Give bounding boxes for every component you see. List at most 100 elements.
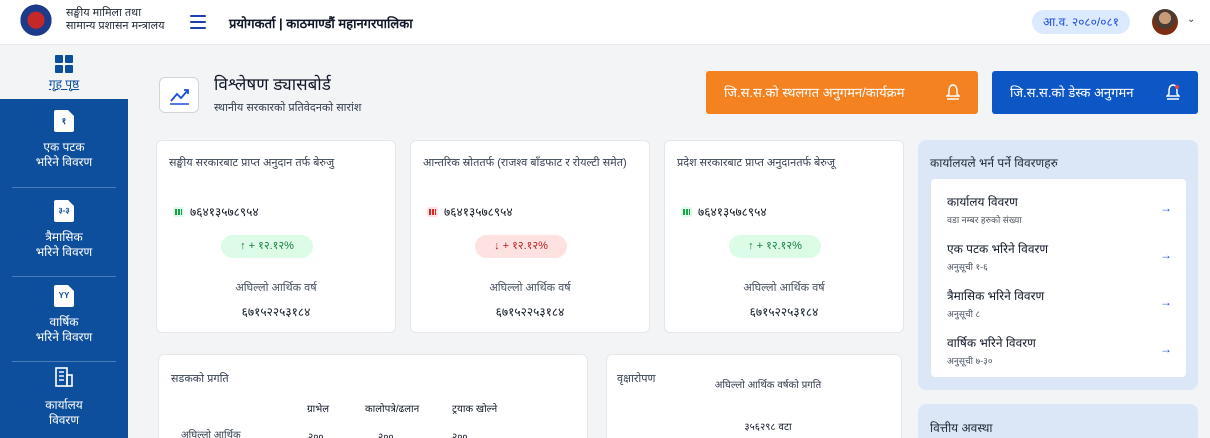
stat-title: आन्तरिक स्रोततर्फ (राजश्व बाँडफाट र रोयल… — [423, 157, 627, 169]
bar-chart-icon — [173, 207, 184, 217]
required-forms-panel: कार्यालयले भर्न पर्ने विवरणहरु कार्यालय … — [918, 140, 1198, 390]
change-badge: ↑ + १२.१२% — [729, 235, 821, 258]
tree-plantation-card: वृक्षारोपण अघिल्लो आर्थिक वर्षको प्रगति … — [606, 354, 902, 438]
desk-monitoring-label: जि.स.स.को डेस्क अनुगमन — [1010, 85, 1134, 100]
card-title: सडकको प्रगति — [171, 373, 229, 385]
document-icon: YY — [54, 285, 74, 307]
stat-card-internal: आन्तरिक स्रोततर्फ (राजश्व बाँडफाट र रोयल… — [410, 140, 650, 333]
stat-value: ७६४१३५७८९५४ — [173, 203, 259, 220]
list-item-title: वार्षिक भरिने विवरण — [947, 336, 1036, 350]
page-title: विश्लेषण ड्यासबोर्ड — [214, 75, 331, 94]
analytics-chart-icon — [159, 77, 199, 113]
arrow-right-icon[interactable]: → — [1160, 295, 1172, 309]
sidebar-item-label: विवरण — [48, 413, 80, 427]
sidebar-item-one-time[interactable]: १ एक पटक भरिने विवरण — [0, 110, 128, 190]
ministry-name-line1: सङ्घीय मामिला तथा — [66, 7, 142, 19]
previous-year-label: अघिल्लो आर्थिक वर्ष — [743, 282, 825, 294]
panel-title: वित्तीय अवस्था — [930, 421, 993, 435]
chevron-down-icon[interactable]: ⌄ — [1187, 14, 1195, 25]
card-title: वृक्षारोपण — [617, 373, 656, 385]
top-bar: सङ्घीय मामिला तथा सामान्य प्रशासन मन्त्र… — [0, 0, 1210, 45]
stat-title: प्रदेश सरकारबाट प्राप्त अनुदानतर्फ बेरुज… — [677, 157, 836, 169]
page-subtitle: स्थानीय सरकारको प्रतिवेदनको सारांश — [214, 102, 362, 114]
table-cell: २०० — [308, 432, 324, 438]
list-item-subtitle: अनुसूची ७-३० — [947, 356, 993, 366]
arrow-right-icon[interactable]: → — [1160, 342, 1172, 356]
previous-year-value: ६७१५२२५३१८४ — [495, 305, 565, 319]
government-logo — [16, 4, 56, 40]
financial-status-panel: वित्तीय अवस्था — [918, 404, 1198, 438]
field-monitoring-button[interactable]: जि.स.स.को स्थलगत अनुगमन/कार्यक्रम — [706, 71, 978, 114]
sidebar-item-label: भरिने विवरण — [35, 155, 93, 169]
sidebar-item-label: त्रैमासिक — [45, 230, 83, 244]
document-icon: १ — [54, 110, 74, 132]
sidebar-item-quarterly[interactable]: ३-३ त्रैमासिक भरिने विवरण — [0, 200, 128, 280]
change-badge: ↓ + १२.१२% — [475, 235, 567, 258]
sidebar-item-label: गृह पृष्ठ — [48, 77, 80, 91]
panel-title: कार्यालयले भर्न पर्ने विवरणहरु — [930, 156, 1058, 170]
table-cell: २०० — [452, 432, 468, 438]
arrow-right-icon[interactable]: → — [1160, 248, 1172, 262]
field-monitoring-label: जि.स.स.को स्थलगत अनुगमन/कार्यक्रम — [724, 85, 905, 100]
change-badge: ↑ + १२.१२% — [221, 235, 313, 258]
forms-list: कार्यालय विवरण वडा नम्बर हरुको संख्या → … — [931, 179, 1186, 377]
previous-year-value: ६७१५२२५३१८४ — [241, 305, 311, 319]
sidebar-item-label: भरिने विवरण — [35, 245, 93, 259]
ministry-name-line2: सामान्य प्रशासन मन्त्रालय — [66, 20, 165, 32]
document-icon: ३-३ — [54, 200, 74, 222]
column-header: कालोपत्रे/ढलान — [365, 404, 420, 415]
list-item-subtitle: वडा नम्बर हरुको संख्या — [947, 215, 1022, 225]
sidebar-item-label: भरिने विवरण — [35, 330, 93, 344]
dashboard-header: विश्लेषण ड्यासबोर्ड स्थानीय सरकारको प्रत… — [145, 60, 1205, 125]
bar-chart-icon — [427, 207, 438, 217]
stat-value-text: ७६४१३५७८९५४ — [698, 205, 767, 219]
previous-year-label: अघिल्लो आर्थिक वर्ष — [489, 282, 571, 294]
column-header: ट्रयाक खोल्ने — [452, 404, 498, 415]
sidebar-item-home[interactable]: गृह पृष्ठ — [0, 45, 128, 99]
sidebar: गृह पृष्ठ १ एक पटक भरिने विवरण ३-३ त्रैम… — [0, 45, 128, 438]
fiscal-year-badge[interactable]: आ.व. २०८०/०८१ — [1032, 10, 1130, 34]
previous-year-label: अघिल्लो आर्थिक वर्ष — [235, 282, 317, 294]
stat-value: ७६४१३५७८९५४ — [681, 203, 767, 220]
road-progress-card: सडकको प्रगति ग्राभेल कालोपत्रे/ढलान ट्रय… — [158, 354, 588, 438]
stat-card-province: प्रदेश सरकारबाट प्राप्त अनुदानतर्फ बेरुज… — [664, 140, 904, 333]
list-item-quarterly[interactable]: त्रैमासिक भरिने विवरण अनुसूची ८ → — [947, 287, 1172, 320]
column-header: ग्राभेल — [307, 404, 330, 415]
list-item-subtitle: अनुसूची १-६ — [947, 262, 988, 272]
sidebar-divider — [12, 361, 116, 362]
table-cell: २०० — [378, 432, 394, 438]
bar-chart-icon — [681, 207, 692, 217]
sidebar-item-label: कार्यालय — [45, 398, 83, 412]
desk-monitoring-button[interactable]: जि.स.स.को डेस्क अनुगमन — [992, 71, 1198, 114]
list-item-subtitle: अनुसूची ८ — [947, 309, 981, 319]
previous-year-value: ६७१५२२५३१८४ — [749, 305, 819, 319]
ministry-name: सङ्घीय मामिला तथा सामान्य प्रशासन मन्त्र… — [66, 7, 165, 33]
stat-card-federal: सङ्घीय सरकारबाट प्राप्त अनुदान तर्फ बेरु… — [156, 140, 396, 333]
bell-icon — [1165, 71, 1181, 114]
stat-title: सङ्घीय सरकारबाट प्राप्त अनुदान तर्फ बेरु… — [169, 157, 335, 169]
sidebar-item-label: एक पटक — [43, 140, 85, 154]
list-item-title: त्रैमासिक भरिने विवरण — [947, 289, 1045, 303]
sidebar-divider — [12, 276, 116, 277]
list-item-title: कार्यालय विवरण — [947, 195, 1018, 209]
user-title: प्रयोगकर्ता | काठमाण्डौं महानगरपालिका — [229, 16, 413, 31]
sidebar-divider — [12, 187, 116, 188]
list-item-title: एक पटक भरिने विवरण — [947, 242, 1049, 256]
user-avatar[interactable] — [1152, 9, 1178, 35]
building-icon — [55, 367, 73, 387]
sidebar-item-annual[interactable]: YY वार्षिक भरिने विवरण — [0, 285, 128, 365]
grid-icon — [55, 55, 73, 73]
list-item-annual[interactable]: वार्षिक भरिने विवरण अनुसूची ७-३० → — [947, 334, 1172, 367]
hamburger-menu-icon[interactable] — [190, 11, 206, 33]
stat-value: ७६४१३५७८९५४ — [427, 203, 513, 220]
stat-value-text: ७६४१३५७८९५४ — [444, 205, 513, 219]
list-item-office-details[interactable]: कार्यालय विवरण वडा नम्बर हरुको संख्या → — [947, 193, 1172, 226]
tree-progress-value: ३५६२९८ वटा — [744, 422, 792, 433]
bell-icon — [945, 71, 961, 114]
sidebar-item-label: वार्षिक — [49, 315, 79, 329]
arrow-right-icon[interactable]: → — [1160, 201, 1172, 215]
list-item-one-time[interactable]: एक पटक भरिने विवरण अनुसूची १-६ → — [947, 240, 1172, 273]
sidebar-item-office[interactable]: कार्यालय विवरण — [0, 367, 128, 438]
tree-progress-label: अघिल्लो आर्थिक वर्षको प्रगति — [714, 380, 822, 391]
stat-value-text: ७६४१३५७८९५४ — [190, 205, 259, 219]
